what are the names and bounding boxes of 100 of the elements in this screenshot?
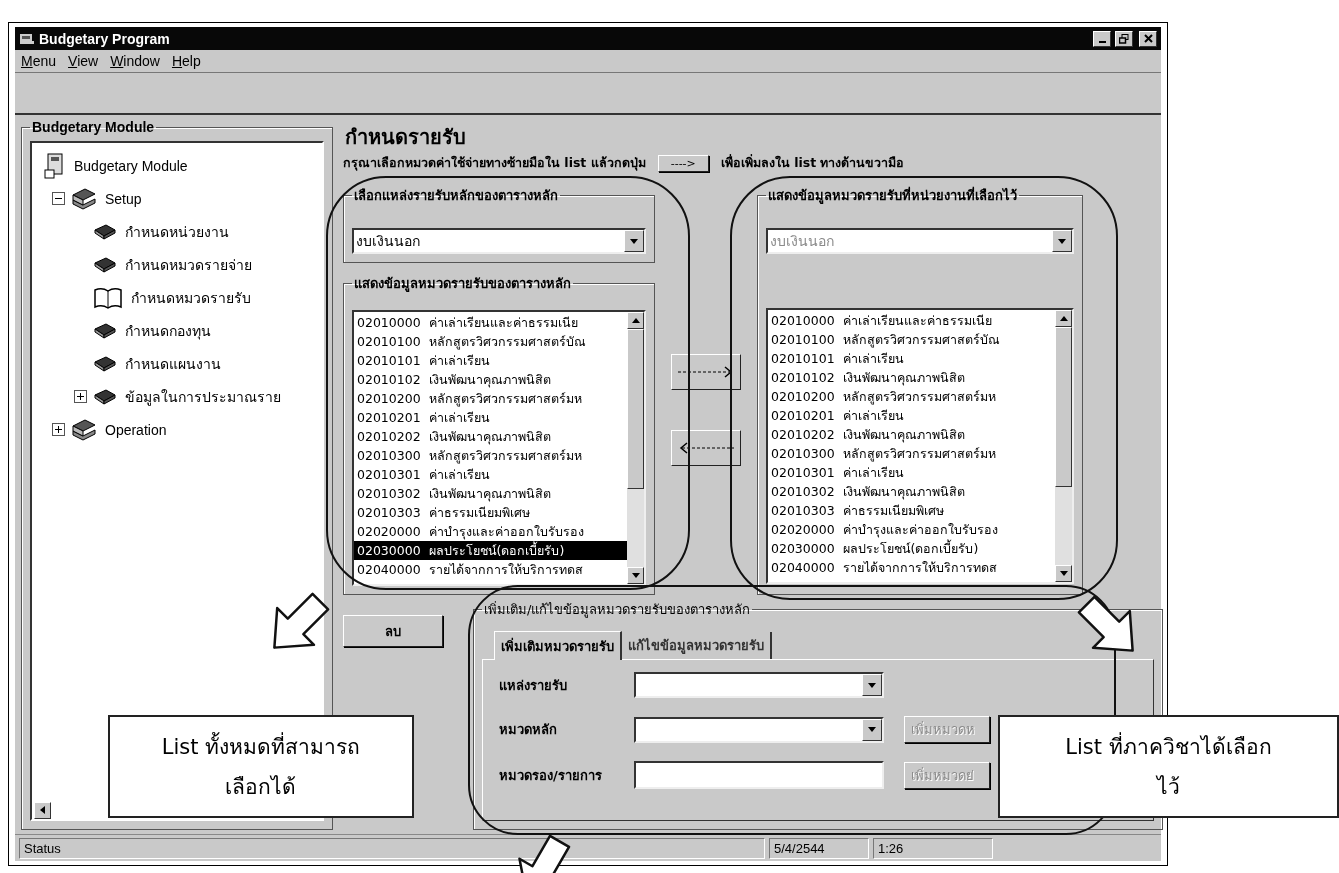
list-item[interactable]: 02030000 ผลประโยชน์(ดอกเบี้ยรับ) bbox=[768, 539, 1055, 558]
up-arrow-icon bbox=[1059, 316, 1068, 321]
list-item[interactable]: 02010300 หลักสูตรวิศวกรรมศาสตร์มห bbox=[354, 446, 627, 465]
dropdown-button[interactable] bbox=[862, 674, 882, 696]
list-item[interactable]: 02010100 หลักสูตรวิศวกรรมศาสตร์บัณ bbox=[768, 330, 1055, 349]
list-item[interactable]: 02010303 ค่าธรรมเนียมพิเศษ bbox=[354, 503, 627, 522]
list-box[interactable] bbox=[766, 308, 1074, 584]
group-title: Budgetary Module bbox=[31, 119, 156, 135]
list-box[interactable] bbox=[352, 310, 646, 586]
list-item[interactable]: 02010100 หลักสูตรวิศวกรรมศาสตร์บัณ bbox=[354, 332, 627, 351]
list-item[interactable]: 02010200 หลักสูตรวิศวกรรมศาสตร์มห bbox=[354, 389, 627, 408]
expand-icon[interactable] bbox=[52, 423, 65, 436]
books-icon bbox=[71, 417, 97, 442]
group-title: เพิ่มเติม/แก้ไขข้อมูลหมวดรายรับของตารางหลัก bbox=[483, 600, 752, 620]
collapse-icon[interactable] bbox=[52, 192, 65, 205]
callout-text: List ที่ภาควิชาได้เลือก ไว้ bbox=[1065, 731, 1272, 801]
group-title: แสดงข้อมูลหมวดรายรับที่หน่วยงานที่เลือกไว้ bbox=[767, 185, 1018, 206]
list-item[interactable]: 02010302 เงินพัฒนาคุณภาพนิสิต bbox=[768, 482, 1055, 501]
list-item[interactable]: 02010101 ค่าเล่าเรียน bbox=[768, 349, 1055, 368]
field-label: หมวดหลัก bbox=[498, 721, 558, 739]
up-arrow-icon bbox=[631, 318, 640, 323]
callout-arrow bbox=[1077, 595, 1134, 652]
list-item[interactable]: 02010202 เงินพัฒนาคุณภาพนิสิต bbox=[768, 425, 1055, 444]
field-label: หมวดรอง/รายการ bbox=[498, 766, 603, 785]
list-item[interactable]: 02010101 ค่าเล่าเรียน bbox=[354, 351, 627, 370]
window-title: Budgetary Program bbox=[39, 30, 171, 47]
list-item[interactable]: 02010301 ค่าเล่าเรียน bbox=[768, 463, 1055, 482]
menu-item[interactable]: Menu bbox=[21, 53, 57, 69]
instruction-text: เพื่อเพิ่มลงใน list ทางด้านขวามือ bbox=[720, 153, 905, 172]
expand-icon[interactable] bbox=[74, 390, 87, 403]
group-title: เลือกแหล่งรายรับหลักของตารางหลัก bbox=[353, 187, 559, 205]
menu-item[interactable]: Help bbox=[171, 53, 201, 69]
scroll-up-button[interactable] bbox=[627, 312, 644, 329]
dropdown-field[interactable] bbox=[634, 672, 884, 698]
down-arrow-icon bbox=[1059, 571, 1068, 576]
left-arrow-icon bbox=[40, 806, 45, 814]
minimize-icon bbox=[1098, 40, 1106, 43]
scroll-up-button[interactable] bbox=[1055, 310, 1072, 327]
app-icon bbox=[19, 31, 35, 46]
list-item[interactable]: 02010200 หลักสูตรวิศวกรรมศาสตร์มห bbox=[768, 387, 1055, 406]
book-icon bbox=[93, 321, 117, 340]
scroll-left-button[interactable] bbox=[34, 801, 51, 819]
scroll-down-button[interactable] bbox=[1055, 565, 1072, 582]
down-arrow-icon bbox=[1058, 238, 1066, 244]
book-icon bbox=[93, 255, 117, 274]
tree-item[interactable]: Setup bbox=[103, 189, 144, 208]
instruction-text: กรุณาเลือกหมวดค่าใช้จ่ายทางซ้ายมือใน list แล้วกดปุ่ม bbox=[343, 154, 646, 173]
tab[interactable]: เพิ่มเติมหมวดรายรับ bbox=[494, 631, 622, 660]
list-item[interactable]: 02020000 ค่าบำรุงและค่าออกใบรับรอง bbox=[354, 522, 627, 541]
delete-button[interactable]: ลบ bbox=[343, 615, 443, 647]
tree-item[interactable]: กำหนดหมวดรายจ่าย bbox=[123, 252, 254, 277]
dropdown-button[interactable] bbox=[862, 718, 882, 741]
status-text: 1:26 bbox=[873, 837, 993, 859]
scrollbar[interactable] bbox=[1055, 310, 1072, 582]
input-field[interactable] bbox=[634, 761, 884, 789]
down-arrow-icon bbox=[630, 238, 638, 244]
list-item[interactable]: 02010202 เงินพัฒนาคุณภาพนิสิต bbox=[354, 427, 627, 446]
restore-icon bbox=[1119, 33, 1129, 44]
add-button[interactable]: ----> bbox=[657, 154, 709, 172]
tree-item[interactable]: กำหนดหมวดรายรับ bbox=[129, 285, 253, 310]
tree-item[interactable]: กำหนดแผนงาน bbox=[123, 351, 223, 376]
list-item[interactable]: 02040000 รายได้จากการให้บริการทดส bbox=[768, 558, 1055, 577]
scroll-thumb[interactable] bbox=[1055, 327, 1072, 487]
list-item[interactable]: 02010102 เงินพัฒนาคุณภาพนิสิต bbox=[354, 370, 627, 389]
scroll-down-button[interactable] bbox=[627, 567, 644, 584]
tree-item[interactable]: Operation bbox=[103, 420, 169, 439]
tree-item[interactable]: กำหนดหน่วยงาน bbox=[123, 219, 231, 244]
list-item[interactable]: 02040000 รายได้จากการให้บริการทดส bbox=[354, 560, 627, 579]
group-title: แสดงข้อมูลหมวดรายรับของตารางหลัก bbox=[353, 275, 572, 294]
dropdown-field[interactable] bbox=[634, 716, 884, 743]
list-item[interactable]: 02010303 ค่าธรรมเนียมพิเศษ bbox=[768, 501, 1055, 520]
tree-item[interactable]: กำหนดกองทุน bbox=[123, 318, 213, 343]
list-item[interactable]: 02010300 หลักสูตรวิศวกรรมศาสตร์มห bbox=[768, 444, 1055, 463]
dropdown-field[interactable]: งบเงินนอก bbox=[352, 228, 646, 254]
list-item[interactable]: 02010301 ค่าเล่าเรียน bbox=[354, 465, 627, 484]
list-item[interactable]: 02010000 ค่าเล่าเรียนและค่าธรรมเนีย bbox=[768, 311, 1055, 330]
list-item[interactable]: 02010000 ค่าเล่าเรียนและค่าธรรมเนีย bbox=[354, 313, 627, 332]
minimize-button[interactable] bbox=[1093, 30, 1111, 47]
dropdown-button[interactable] bbox=[624, 230, 644, 252]
move-right-button[interactable] bbox=[671, 354, 741, 390]
list-item[interactable]: 02010201 ค่าเล่าเรียน bbox=[768, 406, 1055, 425]
menu-item[interactable]: Window bbox=[110, 53, 160, 69]
menu-item[interactable]: View bbox=[68, 53, 99, 69]
callout-text: List ทั้งหมดที่สามารถ เลือกได้ bbox=[161, 731, 361, 801]
tree-item[interactable]: Budgetary Module bbox=[72, 156, 190, 175]
list-item[interactable]: 02010302 เงินพัฒนาคุณภาพนิสิต bbox=[354, 484, 627, 503]
restore-button[interactable] bbox=[1115, 30, 1133, 47]
move-left-button[interactable] bbox=[671, 430, 741, 466]
scrollbar[interactable] bbox=[627, 312, 644, 584]
status-text: 5/4/2544 bbox=[769, 837, 869, 859]
book-icon bbox=[93, 222, 117, 241]
tree-item[interactable]: ข้อมูลในการประมาณราย bbox=[123, 384, 283, 409]
scroll-thumb[interactable] bbox=[627, 329, 644, 489]
down-arrow-icon bbox=[868, 682, 876, 688]
field-label: แหล่งรายรับ bbox=[498, 676, 568, 695]
list-item[interactable]: 02020000 ค่าบำรุงและค่าออกใบรับรอง bbox=[768, 520, 1055, 539]
list-item[interactable]: 02030000 ผลประโยชน์(ดอกเบี้ยรับ) bbox=[354, 541, 627, 560]
list-item[interactable]: 02010201 ค่าเล่าเรียน bbox=[354, 408, 627, 427]
list-item[interactable]: 02010102 เงินพัฒนาคุณภาพนิสิต bbox=[768, 368, 1055, 387]
close-button[interactable] bbox=[1139, 30, 1157, 47]
